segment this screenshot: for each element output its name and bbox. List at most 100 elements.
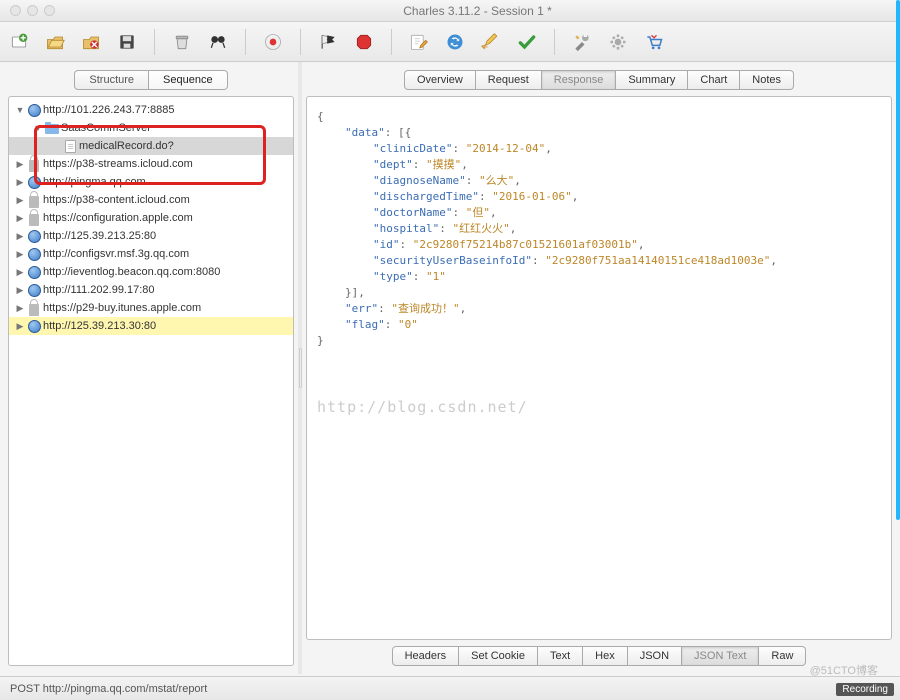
tree-row[interactable]: ▶http://125.39.213.25:80 [9,227,293,245]
body-tab-hex[interactable]: Hex [583,646,628,666]
status-text: POST http://pingma.qq.com/mstat/report [10,683,207,695]
lock-icon [27,157,41,171]
traffic-lights[interactable] [0,5,55,16]
json-line: "diagnoseName": "么大", [317,173,881,189]
tree-row-label: medicalRecord.do? [79,140,174,152]
tree-row-label: https://p38-streams.icloud.com [43,158,193,170]
tree-row[interactable]: ▶ http://pingma.qq.com [9,173,293,191]
close-session-button[interactable] [80,31,102,53]
json-line: "dept": "摸摸", [317,157,881,173]
tree-row-label: http://101.226.243.77:8885 [43,104,175,116]
globe-icon [27,265,41,279]
disclosure-arrow-icon[interactable]: ▶ [15,303,25,314]
zoom-window-icon[interactable] [44,5,55,16]
tree-row[interactable]: ▶ https://p38-content.icloud.com [9,191,293,209]
tree-row[interactable]: ▶http://125.39.213.30:80 [9,317,293,335]
compose-button[interactable] [408,31,430,53]
tree-row[interactable]: ▶ https://configuration.apple.com [9,209,293,227]
disclosure-arrow-icon[interactable]: ▶ [15,213,25,224]
tree-row-label: SaasCommServer [61,122,151,134]
record-button[interactable] [262,31,284,53]
tools-button[interactable] [571,31,593,53]
json-line: "hospital": "红红火火", [317,221,881,237]
globe-icon [27,247,41,261]
body-format-tabs: HeadersSet CookieTextHexJSONJSON TextRaw [306,646,892,666]
json-line: "err": "查询成功！", [317,301,881,317]
json-line: "type": "1" [317,269,881,285]
disclosure-arrow-icon[interactable]: ▶ [15,177,25,188]
window-edge-highlight [896,0,900,520]
disclosure-arrow-icon[interactable]: ▶ [15,195,25,206]
tree-row[interactable]: ▶ http://configsvr.msf.3g.qq.com [9,245,293,263]
tab-sequence[interactable]: Sequence [149,70,228,90]
lock-icon [27,193,41,207]
detail-tab-chart[interactable]: Chart [688,70,740,90]
body-tab-headers[interactable]: Headers [392,646,460,666]
tree-row-label: https://p38-content.icloud.com [43,194,190,206]
tree-row[interactable]: medicalRecord.do? [9,137,293,155]
session-tree[interactable]: ▼http://101.226.243.77:8885▼SaasCommServ… [8,96,294,666]
toolbar [0,22,900,62]
pane-splitter[interactable] [298,62,302,674]
body-tab-json[interactable]: JSON [628,646,682,666]
response-body-view[interactable]: {"data": [{"clinicDate": "2014-12-04","d… [306,96,892,640]
disclosure-arrow-icon[interactable]: ▶ [15,285,25,296]
disclosure-arrow-icon[interactable]: ▼ [33,123,43,133]
detail-tab-response[interactable]: Response [542,70,617,90]
tree-row[interactable]: ▶ http://ieventlog.beacon.qq.com:8080 [9,263,293,281]
save-session-button[interactable] [116,31,138,53]
globe-icon [27,103,41,117]
body-tab-text[interactable]: Text [538,646,583,666]
stop-button[interactable] [353,31,375,53]
json-line: { [317,109,881,125]
tree-row[interactable]: ▶ http://111.202.99.17:80 [9,281,293,299]
attribution-text: @51CTO博客 [810,662,878,678]
status-bar: POST http://pingma.qq.com/mstat/report [0,676,900,700]
disclosure-arrow-icon[interactable]: ▶ [15,321,25,332]
detail-tab-overview[interactable]: Overview [404,70,476,90]
find-button[interactable] [207,31,229,53]
lock-icon [27,301,41,315]
tree-row[interactable]: ▶ https://p29-buy.itunes.apple.com [9,299,293,317]
minimize-window-icon[interactable] [27,5,38,16]
edit-button[interactable] [480,31,502,53]
json-line: } [317,333,881,349]
tree-row-label: http://ieventlog.beacon.qq.com:8080 [43,266,220,278]
trash-button[interactable] [171,31,193,53]
close-window-icon[interactable] [10,5,21,16]
body-tab-json-text[interactable]: JSON Text [682,646,759,666]
tree-row-label: https://configuration.apple.com [43,212,193,224]
body-tab-raw[interactable]: Raw [759,646,806,666]
disclosure-arrow-icon[interactable]: ▶ [15,159,25,170]
detail-tab-summary[interactable]: Summary [616,70,688,90]
globe-icon [27,319,41,333]
disclosure-arrow-icon[interactable]: ▶ [15,267,25,278]
json-line: "id": "2c9280f75214b87c01521601af03001b"… [317,237,881,253]
disclosure-arrow-icon[interactable]: ▶ [15,231,25,242]
detail-tab-notes[interactable]: Notes [740,70,794,90]
disclosure-arrow-icon[interactable]: ▼ [15,105,25,115]
settings-button[interactable] [607,31,629,53]
tree-row[interactable]: ▼ SaasCommServer [9,119,293,137]
tab-structure[interactable]: Structure [74,70,149,90]
tree-row[interactable]: ▼ http://101.226.243.77:8885 [9,101,293,119]
refresh-button[interactable] [444,31,466,53]
tree-row-label: http://configsvr.msf.3g.qq.com [43,248,189,260]
tree-row-label: http://pingma.qq.com [43,176,146,188]
new-session-button[interactable] [8,31,30,53]
window-title: Charles 3.11.2 - Session 1 * [55,4,900,18]
recording-badge: Recording [836,683,894,696]
detail-tab-request[interactable]: Request [476,70,542,90]
validate-button[interactable] [516,31,538,53]
globe-icon [27,175,41,189]
json-line: "securityUserBaseinfoId": "2c9280f751aa1… [317,253,881,269]
body-tab-set-cookie[interactable]: Set Cookie [459,646,538,666]
throttle-flag-button[interactable] [317,31,339,53]
tree-row-label: http://111.202.99.17:80 [43,284,155,296]
json-line: "clinicDate": "2014-12-04", [317,141,881,157]
purchase-button[interactable] [643,31,665,53]
tree-row-label: https://p29-buy.itunes.apple.com [43,302,201,314]
disclosure-arrow-icon[interactable]: ▶ [15,249,25,260]
open-session-button[interactable] [44,31,66,53]
tree-row[interactable]: ▶ https://p38-streams.icloud.com [9,155,293,173]
